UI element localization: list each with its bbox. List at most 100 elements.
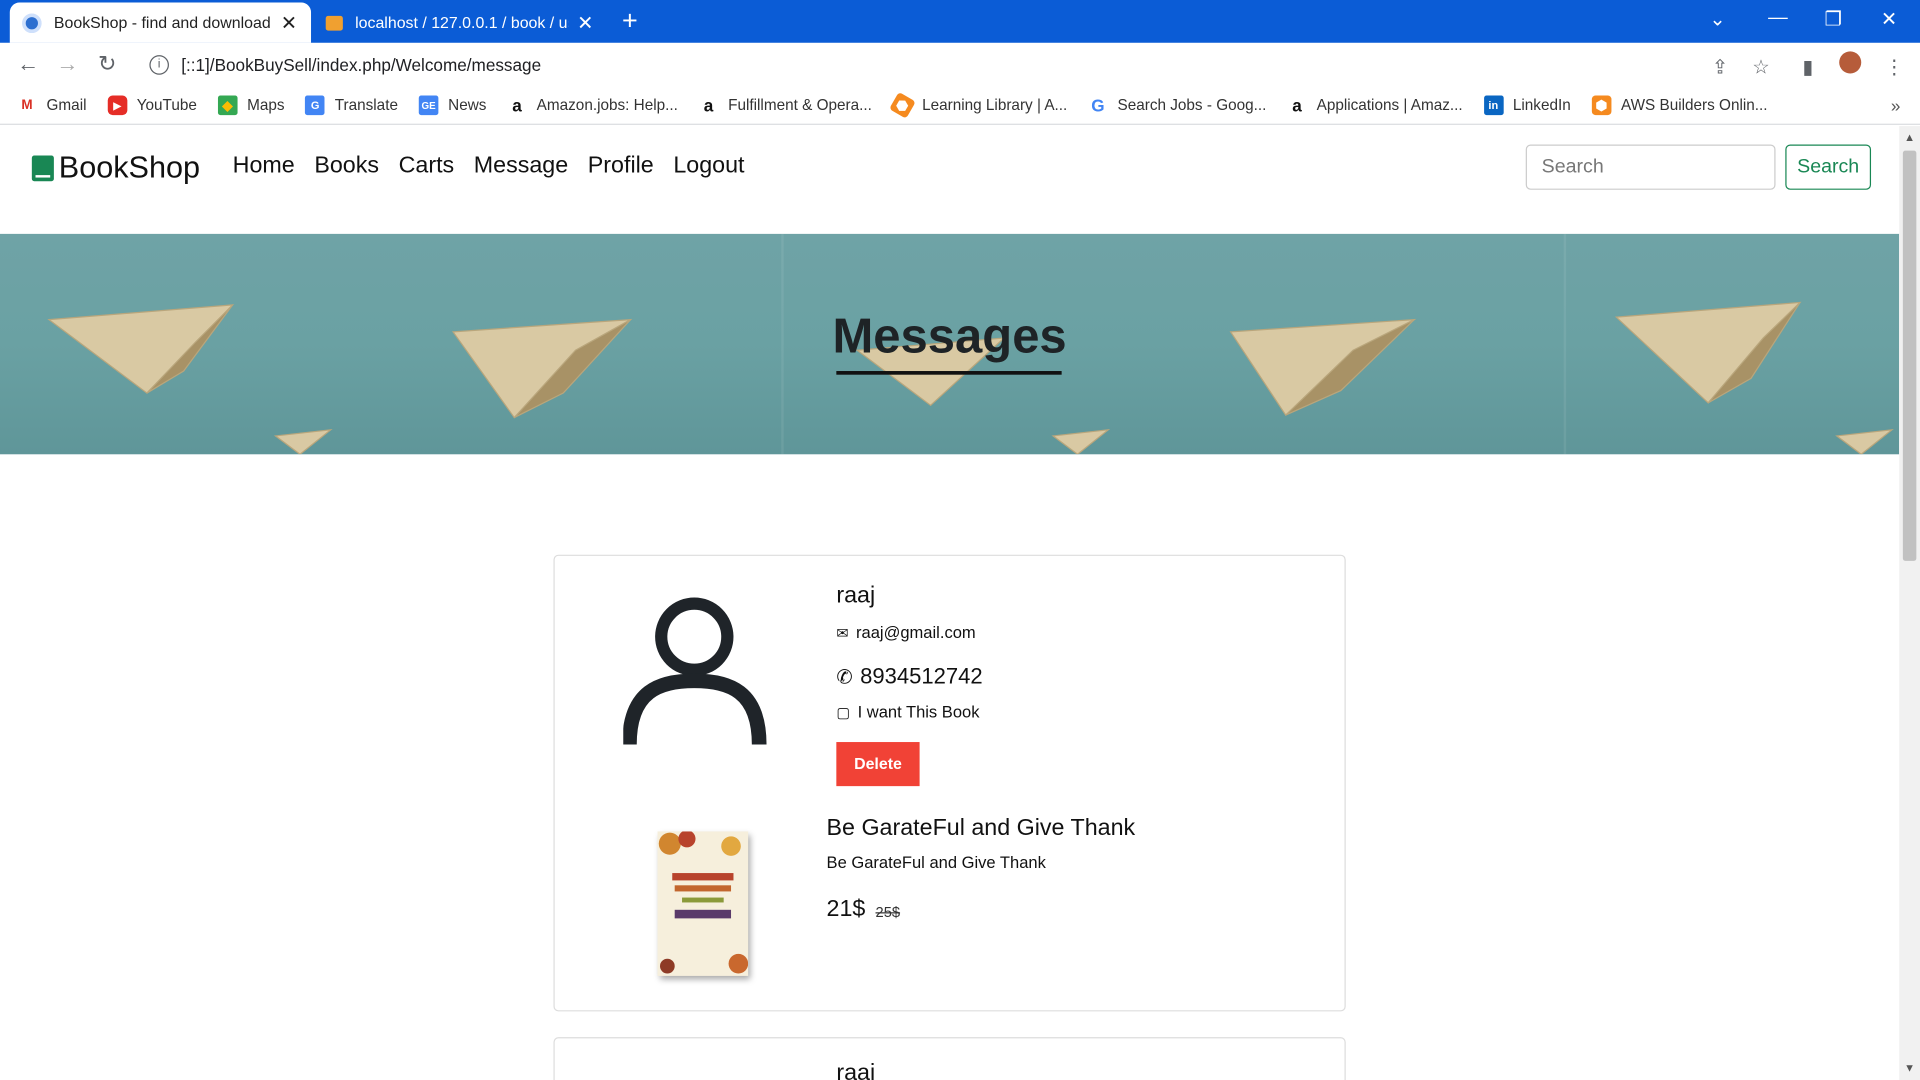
message-text: I want This Book — [857, 702, 980, 722]
menu-icon[interactable]: ⋮ — [1885, 55, 1905, 79]
bookmark-label: News — [448, 96, 487, 114]
nav-books[interactable]: Books — [314, 153, 379, 180]
book-title[interactable]: Be GarateFul and Give Thank — [827, 816, 1136, 843]
sender-name: raaj — [836, 582, 876, 609]
address-bar[interactable]: i [::1]/BookBuySell/index.php/Welcome/me… — [137, 45, 1791, 85]
maps-icon: ◆ — [217, 95, 238, 116]
person-icon — [623, 597, 767, 745]
bookmark-amazon-jobs[interactable]: a Amazon.jobs: Help... — [507, 96, 678, 116]
sender-email-row: ✉ raaj@gmail.com — [836, 623, 975, 641]
bookmark-maps[interactable]: ◆ Maps — [217, 95, 285, 116]
minimize-icon[interactable]: — — [1768, 7, 1788, 29]
bookmark-translate[interactable]: G Translate — [305, 95, 398, 116]
reload-icon[interactable]: ↻ — [98, 53, 116, 75]
bookmark-fulfillment[interactable]: a Fulfillment & Opera... — [699, 96, 872, 116]
nav-message[interactable]: Message — [474, 153, 568, 180]
book-cover-art — [658, 831, 749, 974]
bookmark-label: Learning Library | A... — [922, 96, 1068, 114]
bookmark-news[interactable]: GE News — [418, 95, 487, 116]
bookmark-label: Gmail — [46, 96, 87, 114]
bookmark-label: Maps — [247, 96, 285, 114]
share-icon[interactable]: ⇪ — [1712, 55, 1728, 79]
book-icon — [31, 155, 54, 182]
site-navbar: BookShop Home Books Carts Message Profil… — [0, 126, 1900, 234]
tab-strip: BookShop - find and download fr ✕ localh… — [0, 0, 1920, 43]
bookmark-search-jobs[interactable]: G Search Jobs - Goog... — [1088, 96, 1266, 116]
amazon-icon: a — [1292, 95, 1302, 116]
site-info-icon[interactable]: i — [149, 55, 169, 75]
amazon-icon: a — [512, 95, 522, 116]
new-tab-icon[interactable]: + — [622, 7, 638, 34]
scroll-thumb[interactable] — [1902, 150, 1917, 561]
bookmark-applications[interactable]: a Applications | Amaz... — [1287, 96, 1462, 116]
more-bookmarks-icon[interactable]: » — [1891, 96, 1901, 116]
delete-button[interactable]: Delete — [836, 742, 920, 787]
page-scrollbar[interactable]: ▲ ▼ — [1899, 126, 1920, 1080]
phone-icon: ✆ — [836, 666, 853, 688]
bookmark-youtube[interactable]: ▶ YouTube — [107, 95, 197, 116]
message-card: raaj ✉ raaj@gmail.com ✆ 8934512742 ▢ I w… — [553, 554, 1346, 1012]
tab-title: localhost / 127.0.0.1 / book / user — [355, 13, 569, 32]
search-input[interactable]: Search — [1525, 144, 1776, 190]
book-cover-image[interactable] — [657, 831, 749, 976]
bookmark-label: Amazon.jobs: Help... — [536, 96, 678, 114]
bookmark-label: Applications | Amaz... — [1316, 96, 1463, 114]
close-window-icon[interactable]: ✕ — [1881, 7, 1897, 31]
google-icon: G — [1091, 95, 1105, 116]
title-underline — [836, 371, 1062, 375]
tab-phpmyadmin[interactable]: localhost / 127.0.0.1 / book / user ✕ — [313, 2, 607, 42]
brand-logo[interactable]: BookShop — [31, 150, 201, 187]
close-tab-icon[interactable]: ✕ — [576, 10, 596, 34]
profile-avatar[interactable] — [1839, 51, 1862, 74]
nav-home[interactable]: Home — [233, 153, 295, 180]
bookmark-aws-builders[interactable]: ⬢ AWS Builders Onlin... — [1591, 95, 1768, 116]
bookmark-label: LinkedIn — [1512, 96, 1571, 114]
page-content: BookShop Home Books Carts Message Profil… — [0, 126, 1900, 1080]
sender-name: raaj — [836, 1060, 876, 1080]
main-nav: Home Books Carts Message Profile Logout — [233, 153, 764, 180]
scroll-down-icon[interactable]: ▼ — [1904, 1062, 1915, 1074]
restore-icon[interactable]: ❐ — [1825, 7, 1843, 31]
bookmark-gmail[interactable]: M Gmail — [17, 96, 86, 116]
linkedin-icon: in — [1483, 95, 1504, 116]
url-text: [::1]/BookBuySell/index.php/Welcome/mess… — [181, 55, 542, 75]
sender-phone: 8934512742 — [860, 663, 983, 689]
aws-icon: ⬢ — [889, 91, 916, 119]
bookmark-linkedin[interactable]: in LinkedIn — [1483, 95, 1571, 116]
bookmark-learning-library[interactable]: ⬢ Learning Library | A... — [889, 91, 1068, 119]
bookmarks-bar: M Gmail ▶ YouTube ◆ Maps G Translate GE News … — [0, 86, 1920, 125]
sender-phone-row: ✆ 8934512742 — [836, 664, 982, 690]
bookmark-star-icon[interactable]: ☆ — [1752, 55, 1770, 79]
scroll-up-icon[interactable]: ▲ — [1904, 131, 1915, 143]
bookmark-label: AWS Builders Onlin... — [1620, 96, 1768, 114]
message-card: raaj — [553, 1037, 1346, 1080]
brand-name: BookShop — [58, 150, 201, 185]
book-subtitle: Be GarateFul and Give Thank — [826, 853, 1046, 872]
forward-icon[interactable]: → — [56, 53, 78, 75]
envelope-icon: ✉ — [836, 623, 849, 642]
nav-carts[interactable]: Carts — [399, 153, 455, 180]
side-panel-icon[interactable]: ▮ — [1802, 55, 1813, 79]
youtube-icon: ▶ — [107, 95, 127, 116]
bookmark-label: Fulfillment & Opera... — [728, 96, 872, 114]
bookmark-label: Search Jobs - Goog... — [1117, 96, 1267, 114]
gmail-icon: M — [21, 97, 33, 113]
message-text-row: ▢ I want This Book — [836, 703, 979, 721]
nav-profile[interactable]: Profile — [588, 153, 654, 180]
bookmark-label: Translate — [334, 96, 398, 114]
aws-icon: ⬢ — [1591, 95, 1612, 116]
close-tab-icon[interactable]: ✕ — [279, 10, 299, 34]
page-title: Messages — [832, 309, 1067, 364]
book-price: 21$ — [826, 896, 866, 923]
back-icon[interactable]: ← — [17, 53, 39, 75]
nav-logout[interactable]: Logout — [673, 153, 744, 180]
tab-search-icon[interactable]: ⌄ — [1709, 7, 1725, 31]
browser-toolbar: ← → ↻ i [::1]/BookBuySell/index.php/Welc… — [0, 42, 1920, 87]
tab-bookshop[interactable]: BookShop - find and download fr ✕ — [9, 2, 312, 43]
news-icon: GE — [418, 95, 439, 116]
tab-title: BookShop - find and download fr — [53, 13, 272, 32]
bookshop-favicon-icon — [22, 12, 42, 33]
messages-banner: Messages — [0, 233, 1900, 455]
search-button[interactable]: Search — [1785, 144, 1872, 190]
amazon-icon: a — [703, 95, 714, 116]
